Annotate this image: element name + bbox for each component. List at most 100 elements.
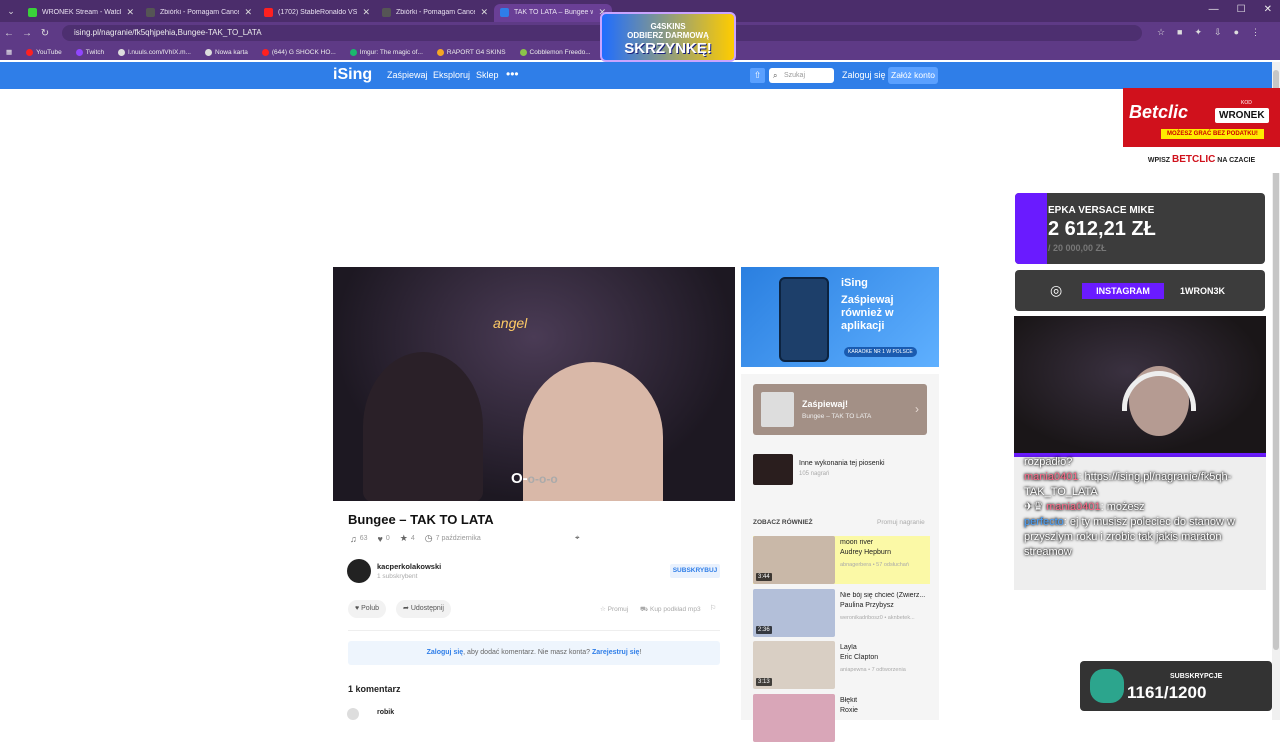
- bookmark-label: (644) G SHOCK HO...: [271, 48, 336, 56]
- tab-title: TAK TO LATA – Bungee w w: [514, 9, 594, 16]
- comment-prompt-end: !: [639, 649, 642, 656]
- clock-icon: ◷: [424, 533, 433, 543]
- video-player[interactable]: angel O-o-o-o: [333, 267, 735, 501]
- buy-mp3-link[interactable]: ⛟ Kup podkład mp3: [640, 605, 701, 614]
- goal-target: / 20 000,00 ZŁ: [1048, 243, 1107, 253]
- bookmark[interactable]: Twitch: [75, 48, 104, 56]
- close-window-icon[interactable]: ✕: [1264, 4, 1272, 15]
- comment-login-link[interactable]: Zaloguj się: [427, 649, 464, 656]
- search-input[interactable]: ⌕ Szukaj: [769, 68, 834, 83]
- bookmark[interactable]: Imgur: The magic of...: [349, 48, 423, 56]
- see-also-heading: ZOBACZ RÓWNIEŻ: [753, 519, 813, 526]
- like-button[interactable]: ♥ Polub: [348, 600, 387, 618]
- profile-icon[interactable]: ●: [1234, 27, 1239, 38]
- tab-favicon: [28, 8, 37, 17]
- tab-title: WRONEK Stream - Watch Live o: [42, 9, 121, 16]
- browser-tab[interactable]: (1702) StableRonaldo VS Extra ✕: [258, 4, 376, 22]
- download-icon[interactable]: ⇩: [1214, 27, 1222, 38]
- recommendation-item[interactable]: 3:44 moon river Audrey Hepburn abnagerbe…: [753, 536, 930, 584]
- ising-logo[interactable]: iSing: [333, 66, 372, 84]
- bookmark[interactable]: (644) G SHOCK HO...: [261, 48, 336, 56]
- commenter-avatar[interactable]: [347, 708, 359, 720]
- bookmark[interactable]: YouTube: [26, 48, 62, 56]
- nav-shop[interactable]: Sklep: [476, 70, 499, 80]
- app-ad-banner[interactable]: iSing Zaśpiewaj również w aplikacji KARA…: [741, 267, 939, 367]
- author-name[interactable]: kacperkolakowski: [377, 562, 441, 571]
- bookmark[interactable]: l.nuuls.com/lVhIX.m...: [118, 48, 191, 56]
- other-performances-link[interactable]: Inne wykonania tej piosenki 105 nagrań: [753, 454, 927, 486]
- betclic-logo: Betclic: [1129, 102, 1189, 122]
- forward-icon[interactable]: →: [18, 28, 36, 39]
- recommendation-artist: Paulina Przybysz: [840, 602, 894, 609]
- promo-code: WRONEK: [1215, 108, 1269, 123]
- minimize-icon[interactable]: —: [1209, 4, 1219, 15]
- bookmark[interactable]: Cobblemon Freedo...: [519, 48, 591, 56]
- duration-badge: 3:13: [756, 678, 772, 686]
- reload-icon[interactable]: ↻: [36, 28, 54, 39]
- goal-progress-bar: [1015, 193, 1047, 264]
- promo-headline: SKRZYNKĘ!: [624, 40, 712, 57]
- sing-this-card[interactable]: Zaśpiewaj! Bungee – TAK TO LATA ›: [753, 384, 927, 435]
- browser-tab-active[interactable]: TAK TO LATA – Bungee w w✕: [494, 3, 612, 22]
- ad-text: Zaśpiewaj również w aplikacji: [841, 294, 894, 332]
- youtube-icon: [26, 48, 34, 56]
- avatar[interactable]: [347, 559, 371, 583]
- recommendation-artist: Eric Clapton: [840, 654, 879, 661]
- bookmark-label: Nowa karta: [214, 48, 248, 56]
- back-icon[interactable]: ←: [0, 28, 18, 39]
- streamer-webcam: [1014, 316, 1266, 455]
- recommendation-item[interactable]: Błękit Roxie: [753, 694, 930, 742]
- more-icon[interactable]: •••: [506, 67, 519, 81]
- bookmark[interactable]: RAPORT G4 SKINS: [436, 48, 506, 56]
- close-icon[interactable]: ✕: [480, 7, 488, 18]
- recommendation-item[interactable]: 3:13 Layla Eric Clapton aniapewna • 7 od…: [753, 641, 930, 689]
- register-button[interactable]: Załóż konto: [888, 67, 938, 84]
- report-flag-icon[interactable]: ⚐: [710, 604, 716, 612]
- nav-sing[interactable]: Zaśpiewaj: [387, 70, 428, 80]
- browser-tab[interactable]: WRONEK Stream - Watch Live o ✕: [22, 4, 140, 22]
- share-button[interactable]: ➦ Udostępnij: [396, 600, 451, 618]
- neon-sign: angel: [493, 315, 528, 331]
- chat-user: mania0401: [1024, 471, 1079, 483]
- browser-tab[interactable]: Zbiórki - Pomagam Cancer Fig ✕: [376, 4, 494, 22]
- extension-icon[interactable]: ✦: [1194, 27, 1202, 38]
- star-icon[interactable]: ☆: [1157, 27, 1165, 38]
- mouse-cursor-icon: ⌖: [575, 533, 580, 542]
- recommendation-item[interactable]: 2:36 Nie bój się chcieć (Zwierz... Pauli…: [753, 589, 930, 637]
- goal-amount: 2 612,21 ZŁ: [1048, 218, 1156, 240]
- extension-icon[interactable]: ■: [1177, 27, 1182, 38]
- upload-icon[interactable]: ⇧: [750, 68, 765, 83]
- g4skins-promo-overlay: G4SKINS ODBIERZ DARMOWĄ SKRZYNKĘ!: [600, 12, 736, 62]
- recommendation-thumbnail: [753, 694, 835, 742]
- lyric-upcoming: o-o-o: [527, 472, 558, 486]
- maximize-icon[interactable]: ☐: [1237, 4, 1246, 15]
- browser-tab[interactable]: Zbiórki - Pomagam Cancer Fig ✕: [140, 4, 258, 22]
- subscribe-button[interactable]: SUBSKRYBUJ: [670, 564, 720, 578]
- promote-recording-link[interactable]: Promuj nagranie: [877, 519, 925, 526]
- close-icon[interactable]: ✕: [126, 7, 134, 18]
- close-icon[interactable]: ✕: [244, 7, 252, 18]
- bookmark[interactable]: Nowa karta: [204, 48, 248, 56]
- comment-count: 1 komentarz: [348, 684, 401, 694]
- buy-label: Kup podkład mp3: [649, 606, 701, 613]
- tab-title: (1702) StableRonaldo VS Extra: [278, 9, 358, 16]
- likes-stat: ♥ 0: [378, 533, 390, 544]
- betclic-slogan: MOŻESZ GRAĆ BEZ PODATKU!: [1161, 129, 1264, 139]
- nav-explore[interactable]: Eksploruj: [433, 70, 470, 80]
- promote-link[interactable]: ☆ Promuj: [600, 605, 628, 613]
- ad-badge: KARAOKE NR 1 W POLSCE: [844, 347, 917, 357]
- tab-search-icon[interactable]: ⌄: [0, 6, 22, 17]
- instagram-overlay: ◎ INSTAGRAM 1WRON3K: [1015, 270, 1265, 311]
- login-link[interactable]: Zaloguj się: [842, 70, 886, 80]
- bookmark-label: l.nuuls.com/lVhIX.m...: [128, 48, 191, 56]
- comment-register-link[interactable]: Zarejestruj się: [592, 649, 639, 656]
- lyric-caption: O-o-o-o: [511, 470, 558, 487]
- address-bar-actions: ☆ ■ ✦ ⇩ ● ⋮: [1157, 27, 1260, 38]
- promote-label: Promuj: [607, 606, 629, 613]
- apps-icon[interactable]: ▦: [6, 48, 12, 56]
- close-icon[interactable]: ✕: [362, 7, 370, 18]
- music-note-icon: ♫: [350, 533, 357, 544]
- commenter-name[interactable]: robik: [377, 709, 394, 716]
- like-label: Polub: [361, 605, 380, 612]
- menu-icon[interactable]: ⋮: [1251, 27, 1260, 38]
